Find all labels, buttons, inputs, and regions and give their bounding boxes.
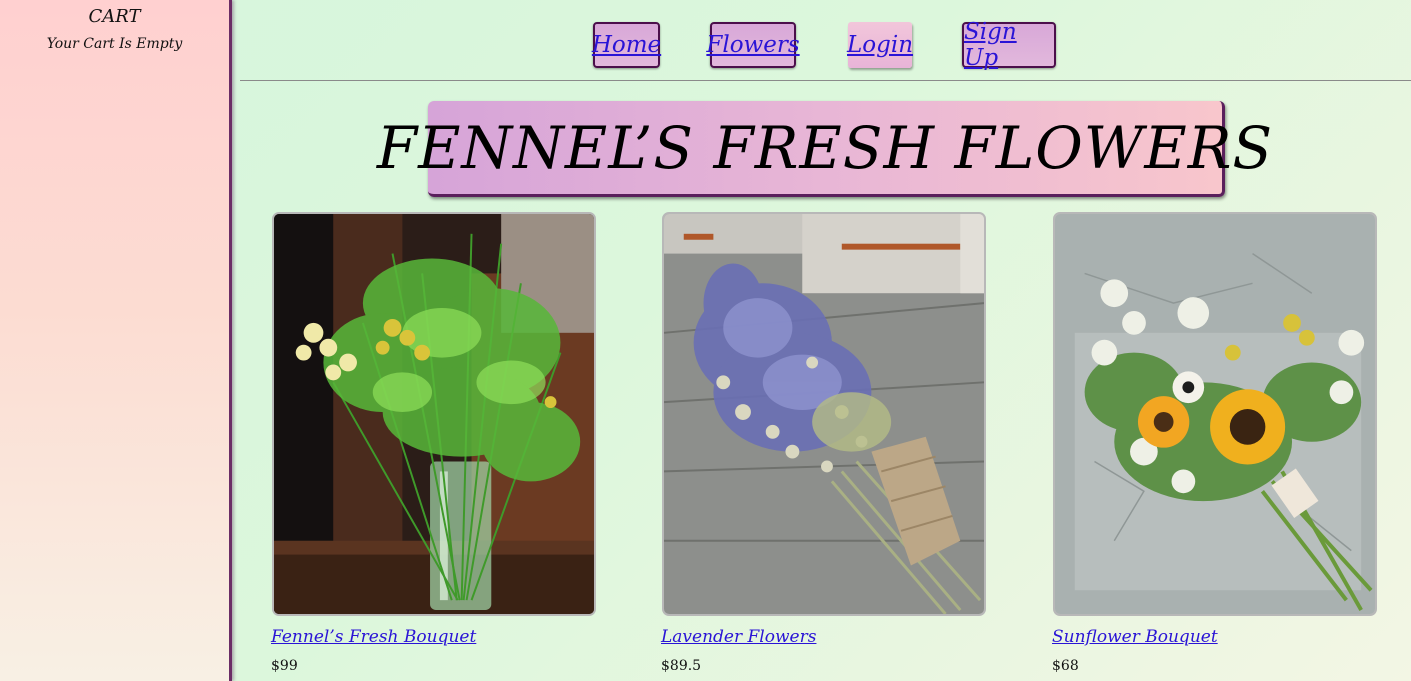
nav-login-link[interactable]: Login	[847, 22, 913, 68]
fennel-bouquet-photo	[274, 214, 594, 614]
product-name-link[interactable]: Lavender Flowers	[661, 627, 816, 647]
product-name-link[interactable]: Sunflower Bouquet	[1052, 627, 1218, 647]
cart-status: Your Cart Is Empty	[46, 36, 183, 52]
product-price: $99	[271, 658, 298, 674]
nav-signup-link[interactable]: Sign Up	[962, 19, 1056, 71]
site-title-banner: FENNEL’S FRESH FLOWERS	[377, 101, 1272, 197]
product-image-lavender[interactable]	[662, 212, 986, 616]
product-name-link[interactable]: Fennel’s Fresh Bouquet	[271, 627, 476, 647]
sunflower-bouquet-photo	[1055, 214, 1375, 614]
cart-sidebar: CART Your Cart Is Empty	[0, 0, 232, 681]
product-image-sunflower[interactable]	[1053, 212, 1377, 616]
product-price: $89.5	[661, 658, 702, 674]
lavender-bundle-photo	[664, 214, 984, 614]
product-image-fennel[interactable]	[272, 212, 596, 616]
nav-flowers-link[interactable]: Flowers	[706, 22, 800, 68]
nav-home-link[interactable]: Home	[592, 22, 661, 68]
site-title: FENNEL’S FRESH FLOWERS	[376, 113, 1274, 182]
cart-title: CART	[88, 6, 141, 27]
header-divider	[240, 80, 1411, 81]
product-price: $68	[1052, 658, 1079, 674]
